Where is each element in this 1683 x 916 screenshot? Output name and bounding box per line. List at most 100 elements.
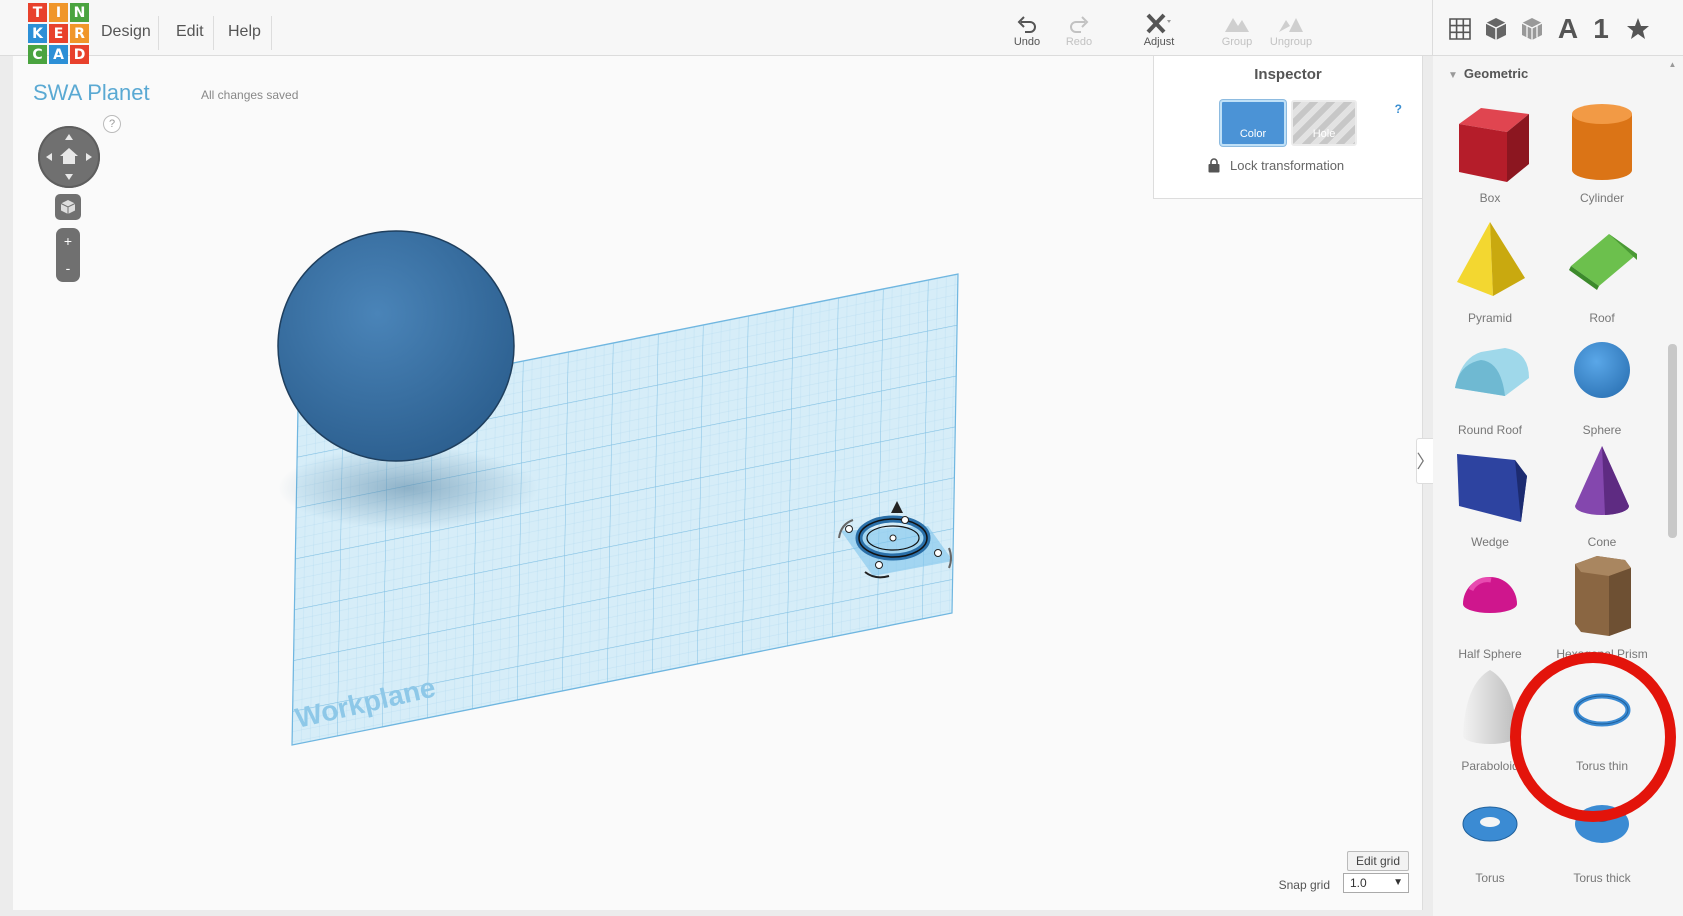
solid-view-button[interactable]: [1481, 14, 1511, 44]
shape-label: Sphere: [1582, 423, 1622, 437]
roof-icon: [1569, 234, 1637, 290]
group-icon: [1225, 18, 1249, 32]
paraboloid-icon: [1463, 670, 1517, 744]
scroll-up-icon[interactable]: ▲: [1668, 60, 1677, 69]
shape-cylinder[interactable]: Cylinder: [1546, 96, 1658, 208]
shape-round-roof[interactable]: Round Roof: [1434, 328, 1546, 440]
category-label: Geometric: [1463, 66, 1529, 81]
dropdown-arrow-icon: ▼: [1393, 877, 1403, 888]
shape-label: Cone: [1587, 535, 1617, 549]
shape-torus-thick[interactable]: Torus thick: [1546, 776, 1658, 888]
shape-box[interactable]: Box: [1434, 96, 1546, 208]
adjust-button[interactable]: Adjust: [1132, 12, 1186, 48]
menu-separator: [271, 16, 272, 50]
wedge-icon: [1457, 454, 1527, 522]
logo-letter: R: [70, 24, 89, 43]
hexagonal-prism-icon: [1575, 556, 1631, 636]
sphere-object[interactable]: [277, 230, 515, 462]
logo-letter: T: [28, 3, 47, 22]
hole-swatch-button[interactable]: Hole: [1291, 100, 1357, 146]
menu-separator: [213, 16, 214, 50]
star-icon: [1627, 18, 1649, 39]
menu-design[interactable]: Design: [101, 23, 151, 41]
grid-view-button[interactable]: [1445, 14, 1475, 44]
lock-label: Lock transformation: [1230, 158, 1345, 173]
logo-letter: K: [28, 24, 47, 43]
torus-thick-icon: [1575, 805, 1629, 843]
ungroup-label: Ungroup: [1269, 36, 1313, 48]
shape-label: Round Roof: [1457, 423, 1523, 437]
cylinder-icon: [1572, 104, 1632, 180]
undo-icon: [1017, 16, 1036, 33]
lock-icon: [1208, 158, 1220, 173]
shape-label: Box: [1479, 191, 1501, 205]
tinkercad-app: Design Edit Help Undo Redo Adjust Group …: [0, 0, 1683, 916]
logo-letter: I: [49, 3, 68, 22]
adjust-tools-icon: [1146, 13, 1171, 34]
edit-grid-button[interactable]: Edit grid: [1346, 851, 1409, 871]
inspector-panel: Inspector ? Color Hole Lock transformati…: [1153, 56, 1423, 199]
wireframe-cube-icon: [1521, 18, 1543, 40]
group-button[interactable]: Group: [1210, 12, 1264, 48]
color-label: Color: [1239, 128, 1267, 140]
inspector-help-button[interactable]: ?: [1395, 102, 1402, 116]
shape-roof[interactable]: Roof: [1546, 216, 1658, 328]
shapes-panel: ▼ Geometric ▲ Box Cylinder Pyramid Roof R…: [1433, 56, 1683, 916]
torus-icon: [1462, 806, 1518, 842]
sphere-icon: [1574, 342, 1630, 398]
group-label: Group: [1221, 36, 1253, 48]
snap-grid-value: 1.0: [1350, 876, 1367, 890]
cone-icon: [1575, 446, 1630, 515]
shape-label: Hexagonal Prism: [1556, 647, 1648, 661]
shape-pyramid[interactable]: Pyramid: [1434, 216, 1546, 328]
scene-3d[interactable]: Workplane: [13, 56, 1143, 910]
adjust-label: Adjust: [1143, 36, 1175, 48]
round-roof-icon: [1455, 348, 1529, 396]
torus-thin-icon: [1573, 693, 1631, 727]
menu-help[interactable]: Help: [228, 23, 261, 41]
logo-letter: C: [28, 45, 47, 64]
undo-button[interactable]: Undo: [1000, 12, 1054, 48]
shape-half-sphere[interactable]: Half Sphere: [1434, 552, 1546, 664]
shape-hexagonal-prism[interactable]: Hexagonal Prism: [1546, 552, 1658, 664]
tinkercad-logo[interactable]: T I N K E R C A D: [28, 3, 89, 64]
text-shapes-button[interactable]: A: [1553, 13, 1583, 44]
logo-letter: E: [49, 24, 68, 43]
shape-torus[interactable]: Torus: [1434, 776, 1546, 888]
hole-label: Hole: [1312, 128, 1336, 140]
design-canvas[interactable]: SWA Planet All changes saved ? + - Workp…: [13, 56, 1423, 910]
wireframe-view-button[interactable]: [1517, 14, 1547, 44]
shape-torus-thin[interactable]: Torus thin: [1546, 664, 1658, 776]
lock-transformation-toggle[interactable]: Lock transformation: [1208, 158, 1344, 173]
shape-label: Roof: [1589, 311, 1615, 325]
shape-sphere[interactable]: Sphere: [1546, 328, 1658, 440]
inspector-title: Inspector: [1254, 66, 1322, 83]
redo-button[interactable]: Redo: [1052, 12, 1106, 48]
menu-edit[interactable]: Edit: [176, 23, 204, 41]
color-swatch-button[interactable]: Color: [1220, 100, 1286, 146]
shape-label: Torus: [1475, 871, 1505, 885]
snap-grid-select[interactable]: 1.0 ▼: [1343, 873, 1409, 893]
number-shapes-button[interactable]: 1: [1586, 13, 1616, 44]
shape-label: Pyramid: [1467, 311, 1512, 325]
box-icon: [1459, 108, 1529, 182]
redo-label: Redo: [1065, 36, 1093, 48]
shape-label: Paraboloid: [1461, 759, 1519, 773]
favorites-button[interactable]: [1623, 14, 1653, 44]
shapes-category-header[interactable]: ▼ Geometric: [1448, 66, 1528, 81]
caret-down-icon: ▼: [1448, 70, 1458, 81]
chevron-right-icon: 〉: [1416, 452, 1435, 472]
shape-label: Torus thin: [1575, 759, 1629, 773]
shape-wedge[interactable]: Wedge: [1434, 440, 1546, 552]
solid-cube-icon: [1485, 18, 1507, 40]
grid-icon: [1449, 18, 1471, 40]
scrollbar-thumb[interactable]: [1668, 344, 1677, 538]
menu-separator: [158, 16, 159, 50]
logo-letter: N: [70, 3, 89, 22]
shape-cone[interactable]: Cone: [1546, 440, 1658, 552]
shape-label: Cylinder: [1579, 191, 1624, 205]
ungroup-button[interactable]: Ungroup: [1264, 12, 1318, 48]
shape-paraboloid[interactable]: Paraboloid: [1434, 664, 1546, 776]
collapse-panel-button[interactable]: 〉: [1416, 438, 1435, 484]
shape-label: Half Sphere: [1458, 647, 1522, 661]
